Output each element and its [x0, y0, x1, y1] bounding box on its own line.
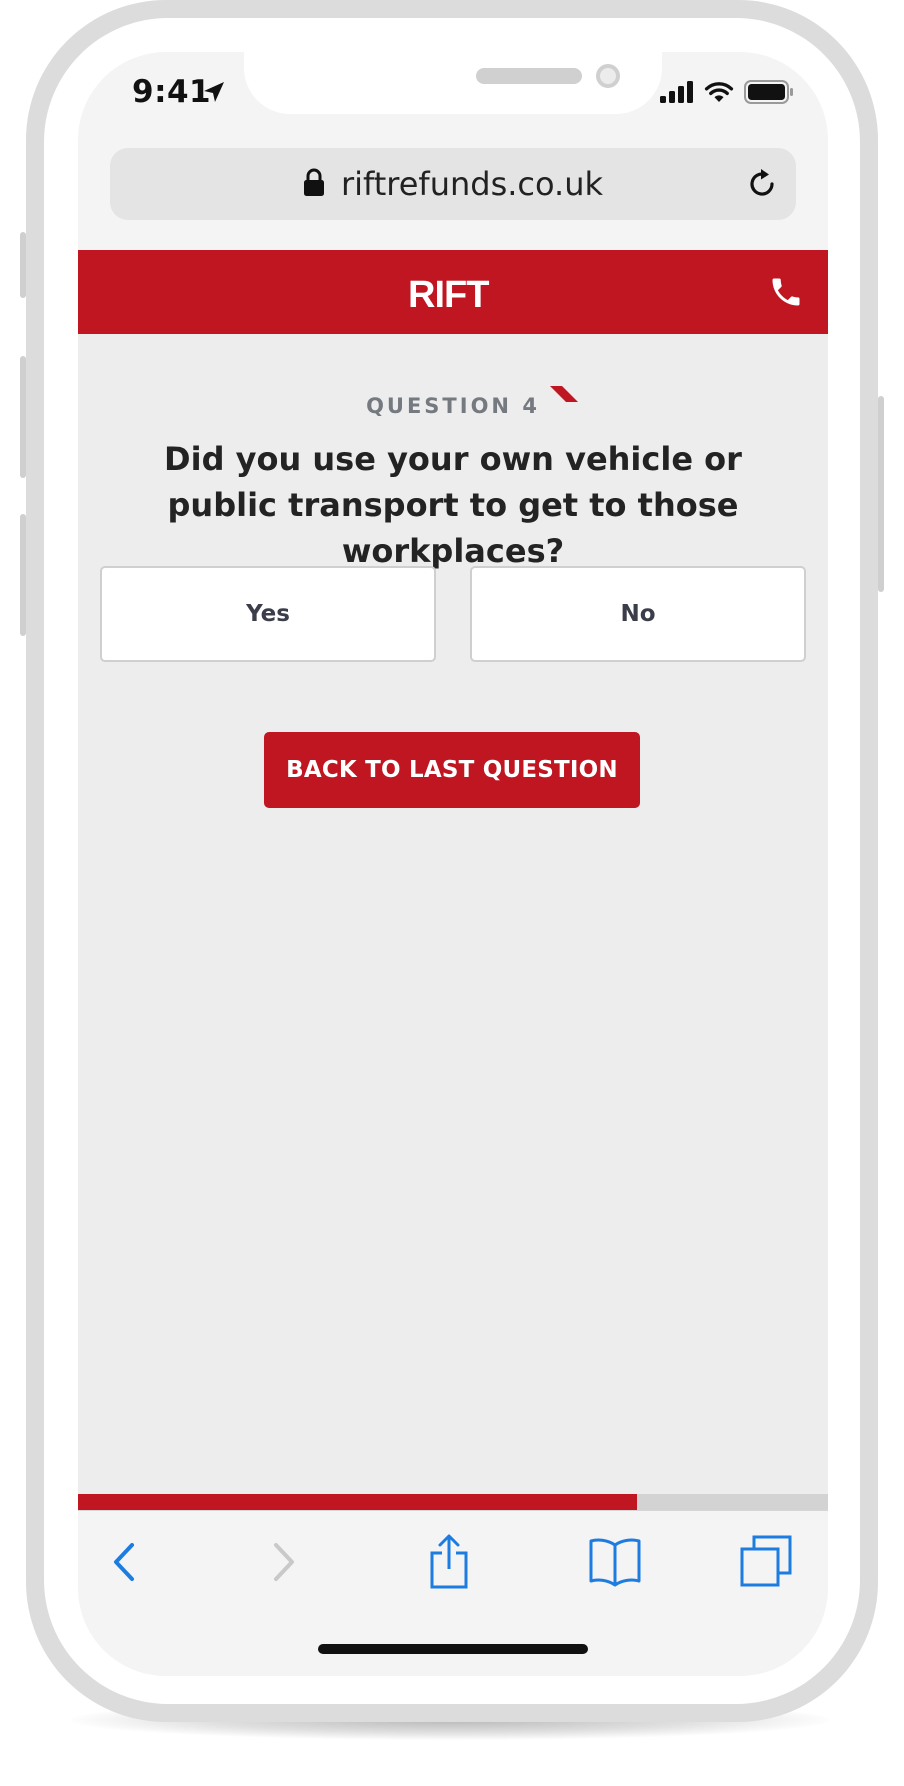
lock-icon: [303, 167, 325, 201]
side-button: [20, 356, 26, 478]
address-bar[interactable]: riftrefunds.co.uk: [110, 148, 796, 220]
status-time: 9:41: [132, 74, 212, 110]
svg-text:RIFT: RIFT: [408, 276, 489, 310]
site-header: RIFT: [78, 250, 828, 334]
wifi-icon: [704, 81, 734, 107]
share-icon[interactable]: [428, 1533, 470, 1593]
answer-yes-button[interactable]: Yes: [100, 566, 436, 662]
accent-mark: [550, 386, 580, 408]
answer-no-button[interactable]: No: [470, 566, 806, 662]
question-panel: QUESTION 4 Did you use your own vehicle …: [78, 334, 828, 1494]
battery-icon: [744, 80, 794, 108]
progress-fill: [78, 1494, 637, 1510]
bookmarks-icon[interactable]: [588, 1537, 642, 1591]
url-text: riftrefunds.co.uk: [340, 165, 603, 203]
side-button: [878, 396, 884, 592]
progress-bar: [78, 1494, 828, 1510]
side-button: [20, 514, 26, 636]
side-button: [20, 232, 26, 298]
question-text: Did you use your own vehicle or public t…: [164, 440, 742, 570]
question-number: QUESTION 4: [366, 394, 540, 418]
reload-icon[interactable]: [744, 166, 780, 206]
status-icons: [660, 80, 794, 108]
phone-screen: 9:41 riftrefunds.co.uk RIFT QUESTION 4 D…: [78, 52, 828, 1676]
front-camera: [596, 64, 620, 88]
forward-arrow-icon[interactable]: [270, 1539, 300, 1589]
signal-icon: [660, 81, 694, 107]
tabs-icon[interactable]: [740, 1535, 792, 1591]
rift-logo[interactable]: RIFT: [408, 274, 500, 316]
phone-icon[interactable]: [768, 274, 804, 314]
location-arrow-icon: [202, 80, 226, 108]
home-indicator: [318, 1644, 588, 1654]
speaker-grille: [476, 68, 582, 84]
notch: [244, 52, 662, 114]
back-to-last-question-button[interactable]: BACK TO LAST QUESTION: [264, 732, 640, 808]
back-arrow-icon[interactable]: [108, 1539, 138, 1589]
